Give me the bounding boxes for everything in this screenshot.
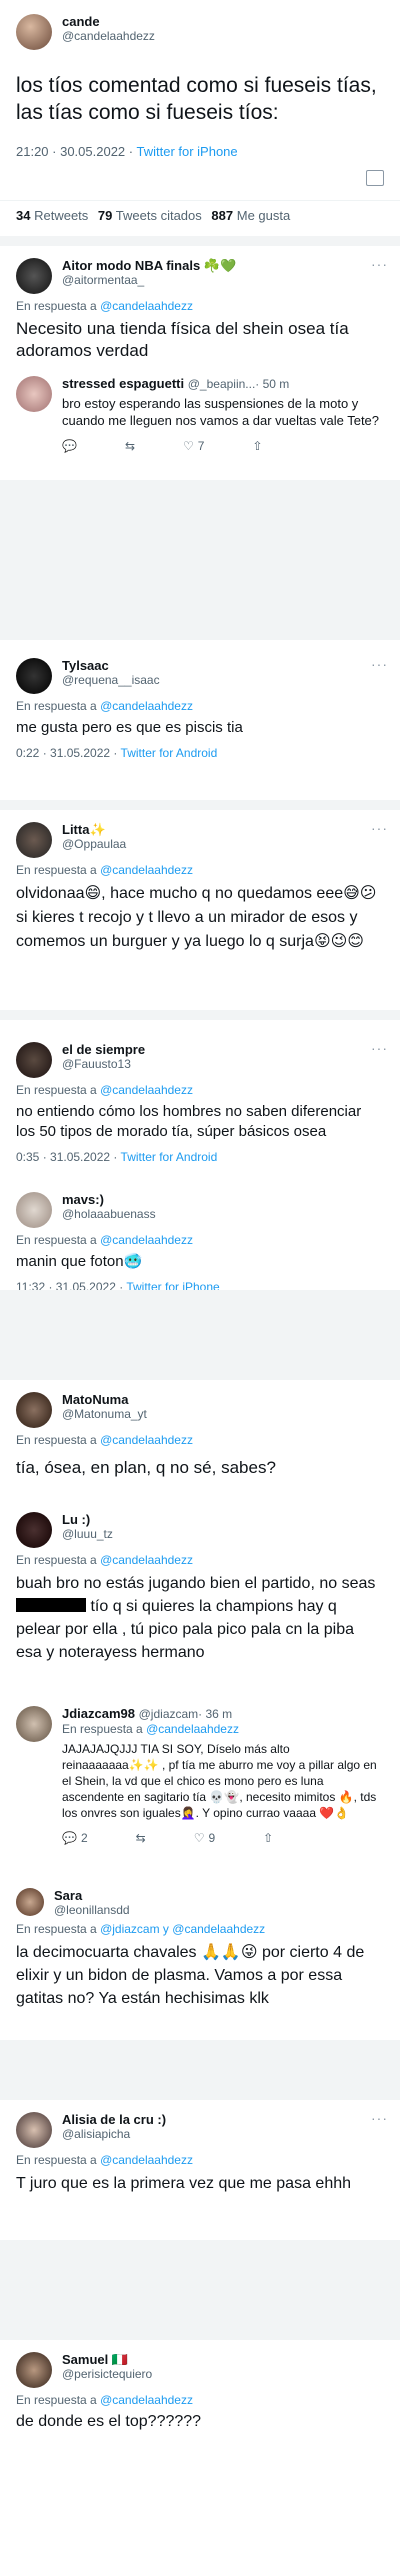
separator bbox=[0, 1290, 400, 1380]
heart-icon[interactable]: ♡ 7 bbox=[183, 439, 204, 453]
avatar[interactable] bbox=[16, 376, 52, 412]
avatar[interactable] bbox=[16, 14, 52, 50]
replying-to: En respuesta a @candelaahdezz bbox=[16, 1083, 193, 1097]
separator bbox=[0, 236, 400, 246]
tweet-text: los tíos comentad como si fueseis tías, … bbox=[16, 74, 383, 124]
main-tweet: cande @candelaahdezz los tíos comentad c… bbox=[0, 0, 400, 236]
retweet-icon[interactable]: ⇆ bbox=[136, 1831, 146, 1845]
more-dots-icon[interactable]: ··· bbox=[371, 256, 388, 272]
separator bbox=[0, 2040, 400, 2100]
replying-to: En respuesta a @candelaahdezz bbox=[16, 2153, 193, 2167]
more-dots-icon[interactable]: ··· bbox=[371, 2110, 388, 2126]
action-bar: 💬 2 ⇆ ♡ 9 ⇧ bbox=[62, 1831, 384, 1845]
reply-tweet: mavs:) @holaaabuenass En respuesta a @ca… bbox=[0, 1180, 400, 1294]
author-name[interactable]: cande bbox=[62, 14, 155, 29]
separator bbox=[0, 2240, 400, 2340]
reply-tweet: Litta✨ @Oppaulaa ··· En respuesta a @can… bbox=[0, 810, 400, 960]
tweet-text: Necesito una tienda física del shein ose… bbox=[16, 319, 354, 360]
avatar[interactable] bbox=[16, 822, 52, 858]
reply-icon[interactable]: 💬 2 bbox=[62, 1831, 88, 1845]
reply-tweet: Alisia de la cru :) @alisiapicha ··· En … bbox=[0, 2100, 400, 2240]
more-dots-icon[interactable]: ··· bbox=[371, 820, 388, 836]
analytics-icon[interactable] bbox=[366, 170, 384, 186]
avatar[interactable] bbox=[16, 1888, 44, 1916]
replying-to: En respuesta a @candelaahdezz bbox=[16, 1433, 193, 1447]
reply-tweet: MatoNuma @Matonuma_yt En respuesta a @ca… bbox=[0, 1380, 400, 1490]
reply-tweet: Lu :) @luuu_tz En respuesta a @candelaah… bbox=[0, 1500, 400, 1680]
reply-tweet: Sara @leonillansdd En respuesta a @jdiaz… bbox=[0, 1880, 400, 2040]
tweet-stats: 34 Retweets 79 Tweets citados 887 Me gus… bbox=[16, 208, 291, 223]
avatar[interactable] bbox=[16, 658, 52, 694]
separator bbox=[0, 480, 400, 640]
author-handle[interactable]: @candelaahdezz bbox=[62, 29, 155, 43]
action-bar: 💬 ⇆ ♡ 7 ⇧ bbox=[62, 439, 384, 453]
share-icon[interactable]: ⇧ bbox=[263, 1831, 273, 1845]
avatar[interactable] bbox=[16, 1512, 52, 1548]
more-dots-icon[interactable]: ··· bbox=[371, 1040, 388, 1056]
reply-tweet: Tylsaac @requena__isaac ··· En respuesta… bbox=[0, 646, 400, 760]
separator bbox=[0, 800, 400, 810]
reply-tweet: Aitor modo NBA finals ☘️💚 @aitormentaa_ … bbox=[0, 246, 400, 370]
reply-icon[interactable]: 💬 bbox=[62, 439, 77, 453]
reply-tweet: Samuel 🇮🇹 @perisictequiero En respuesta … bbox=[0, 2340, 400, 2557]
tweet-time: 21:20 · 30.05.2022 · bbox=[16, 144, 134, 159]
avatar[interactable] bbox=[16, 2112, 52, 2148]
reply-tweet: Jdiazcam98 @jdiazcam· 36 m En respuesta … bbox=[0, 1700, 400, 1875]
replying-to: En respuesta a @candelaahdezz bbox=[16, 2393, 193, 2407]
heart-icon[interactable]: ♡ 9 bbox=[194, 1831, 215, 1845]
avatar[interactable] bbox=[16, 1392, 52, 1428]
avatar[interactable] bbox=[16, 1706, 52, 1742]
replying-to: En respuesta a @candelaahdezz bbox=[16, 863, 193, 877]
replying-to: En respuesta a @jdiazcam y @candelaahdez… bbox=[16, 1922, 266, 1936]
tweet-meta: 21:20 · 30.05.2022 · Twitter for iPhone bbox=[16, 144, 384, 159]
tweet-source[interactable]: Twitter for iPhone bbox=[136, 144, 237, 159]
retweet-icon[interactable]: ⇆ bbox=[125, 439, 135, 453]
avatar[interactable] bbox=[16, 1192, 52, 1228]
reply-tweet: el de siempre @Fauusto13 ··· En respuest… bbox=[0, 1030, 400, 1180]
avatar[interactable] bbox=[16, 258, 52, 294]
avatar[interactable] bbox=[16, 1042, 52, 1078]
replying-to: En respuesta a @candelaahdezz bbox=[16, 699, 193, 713]
reply-tweet: stressed espaguetti @_beapiin...· 50 m b… bbox=[0, 370, 400, 480]
share-icon[interactable]: ⇧ bbox=[252, 439, 262, 453]
avatar[interactable] bbox=[16, 2352, 52, 2388]
replying-to: En respuesta a @candelaahdezz bbox=[16, 1233, 193, 1247]
redaction-block bbox=[16, 1598, 86, 1612]
replying-to: En respuesta a @candelaahdezz bbox=[16, 1553, 193, 1567]
more-dots-icon[interactable]: ··· bbox=[371, 656, 388, 672]
separator bbox=[0, 1010, 400, 1020]
replying-to: En respuesta a @candelaahdezz bbox=[16, 299, 193, 313]
